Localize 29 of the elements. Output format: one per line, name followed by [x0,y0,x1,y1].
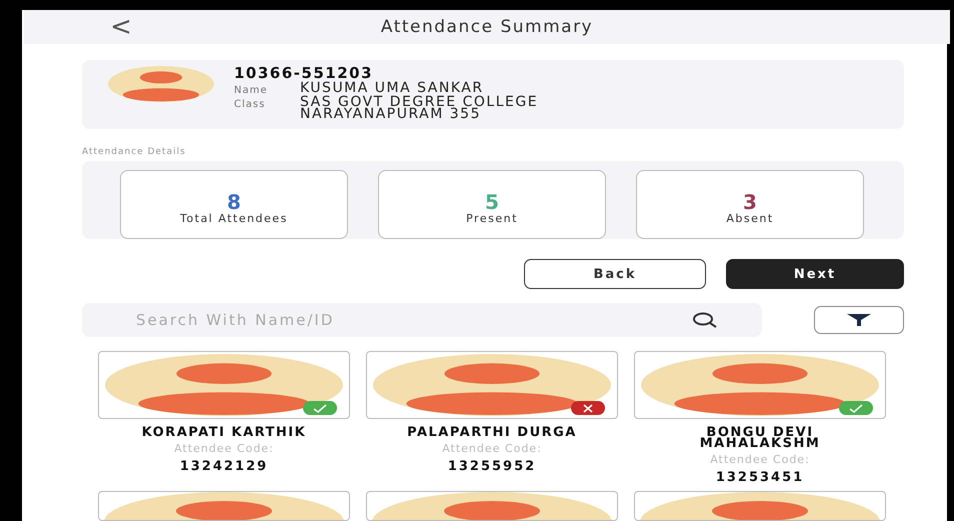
attendee-code: 13255952 [448,459,536,474]
attendee-code: 13242129 [180,459,268,474]
code-label: Attendee Code: [174,442,274,455]
name-label: Name [234,85,269,96]
attendee-code: 13253451 [716,470,804,485]
attendee-name: PALAPARTHI DURGA [406,427,578,438]
filter-button[interactable] [814,306,904,334]
profile-id: 10366-551203 [234,64,374,82]
stat-label: Present [466,212,518,225]
search-icon [692,312,718,328]
attendee-name: KORAPATI KARTHIK [140,427,308,438]
stat-value: 5 [485,192,499,212]
next-button[interactable]: Next [726,259,904,289]
stat-label: Total Attendees [180,212,288,225]
back-button[interactable]: Back [524,259,706,289]
class-label: Class [234,99,266,110]
section-label: Attendance Details [82,147,187,157]
profile-name: KUSUMA UMA SANKAR [300,82,484,94]
code-label: Attendee Code: [442,442,542,455]
stat-value: 8 [227,192,241,212]
attendee-name: BONGU DEVI MAHALAKSHM [698,427,822,449]
stat-label: Absent [726,212,774,225]
stat-value: 3 [743,192,757,212]
search-field[interactable]: Search With Name/ID [82,303,762,337]
code-label: Attendee Code: [710,453,810,466]
profile-class: SAS GOVT DEGREE COLLEGE NARAYANAPURAM 355 [300,96,540,120]
filter-icon [846,313,872,327]
back-button[interactable]: < [96,14,146,40]
screen-title: Attendance Summary [380,17,594,37]
